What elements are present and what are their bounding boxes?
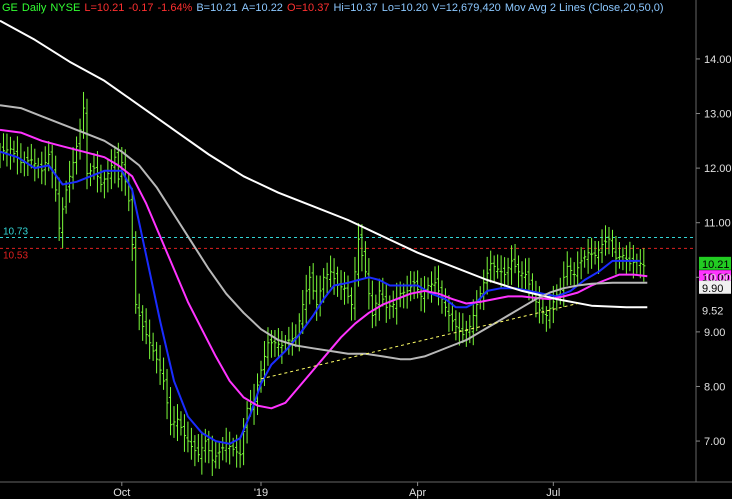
price-chart: 10.73 10.53 10.2110.009.90 9.52 Oct '19 Apr J…	[0, 0, 732, 499]
bid: B=10.21	[196, 2, 238, 14]
y-tick-label: 10.00	[704, 272, 732, 284]
change: -0.17	[128, 2, 154, 14]
price-marker-label: 9.90	[702, 283, 723, 295]
change-pct: -1.64%	[157, 2, 193, 14]
quote-header: GE Daily NYSE L=10.21 -0.17 -1.64% B=10.21 A=10…	[2, 2, 668, 16]
high: Hi=10.37	[333, 2, 378, 14]
last-price: L=10.21	[84, 2, 125, 14]
y-tick-label: 11.00	[704, 218, 731, 230]
y-tick-label: 13.00	[704, 109, 732, 121]
symbol: GE	[2, 2, 18, 14]
open: O=10.37	[286, 2, 330, 14]
exchange: NYSE	[50, 2, 81, 14]
x-tick-label: '19	[254, 487, 268, 499]
x-tick-label: Apr	[409, 487, 426, 499]
x-tick-label: Oct	[113, 487, 130, 499]
y-tick-label: 7.00	[704, 436, 725, 448]
ask: A=10.22	[241, 2, 283, 14]
y-tick-label: 14.00	[704, 54, 732, 66]
x-tick-label: Jul	[546, 487, 560, 499]
y-tick-label: 9.00	[704, 327, 725, 339]
low: Lo=10.20	[381, 2, 428, 14]
y-tick-label: 12.00	[704, 163, 732, 175]
volume: V=12,679,420	[431, 2, 501, 14]
period: Daily	[21, 2, 47, 14]
level-label: 10.53	[3, 250, 28, 261]
price-marker-label: 10.21	[702, 259, 730, 271]
level-label: 10.73	[3, 226, 28, 237]
price-marker: 9.52	[702, 305, 723, 317]
chart-background	[0, 0, 732, 499]
study-label: Mov Avg 2 Lines (Close,20,50,0)	[504, 2, 664, 14]
price-marker: 10.21	[699, 256, 731, 271]
y-tick-label: 8.00	[704, 381, 725, 393]
price-marker-label: 9.52	[702, 305, 723, 317]
